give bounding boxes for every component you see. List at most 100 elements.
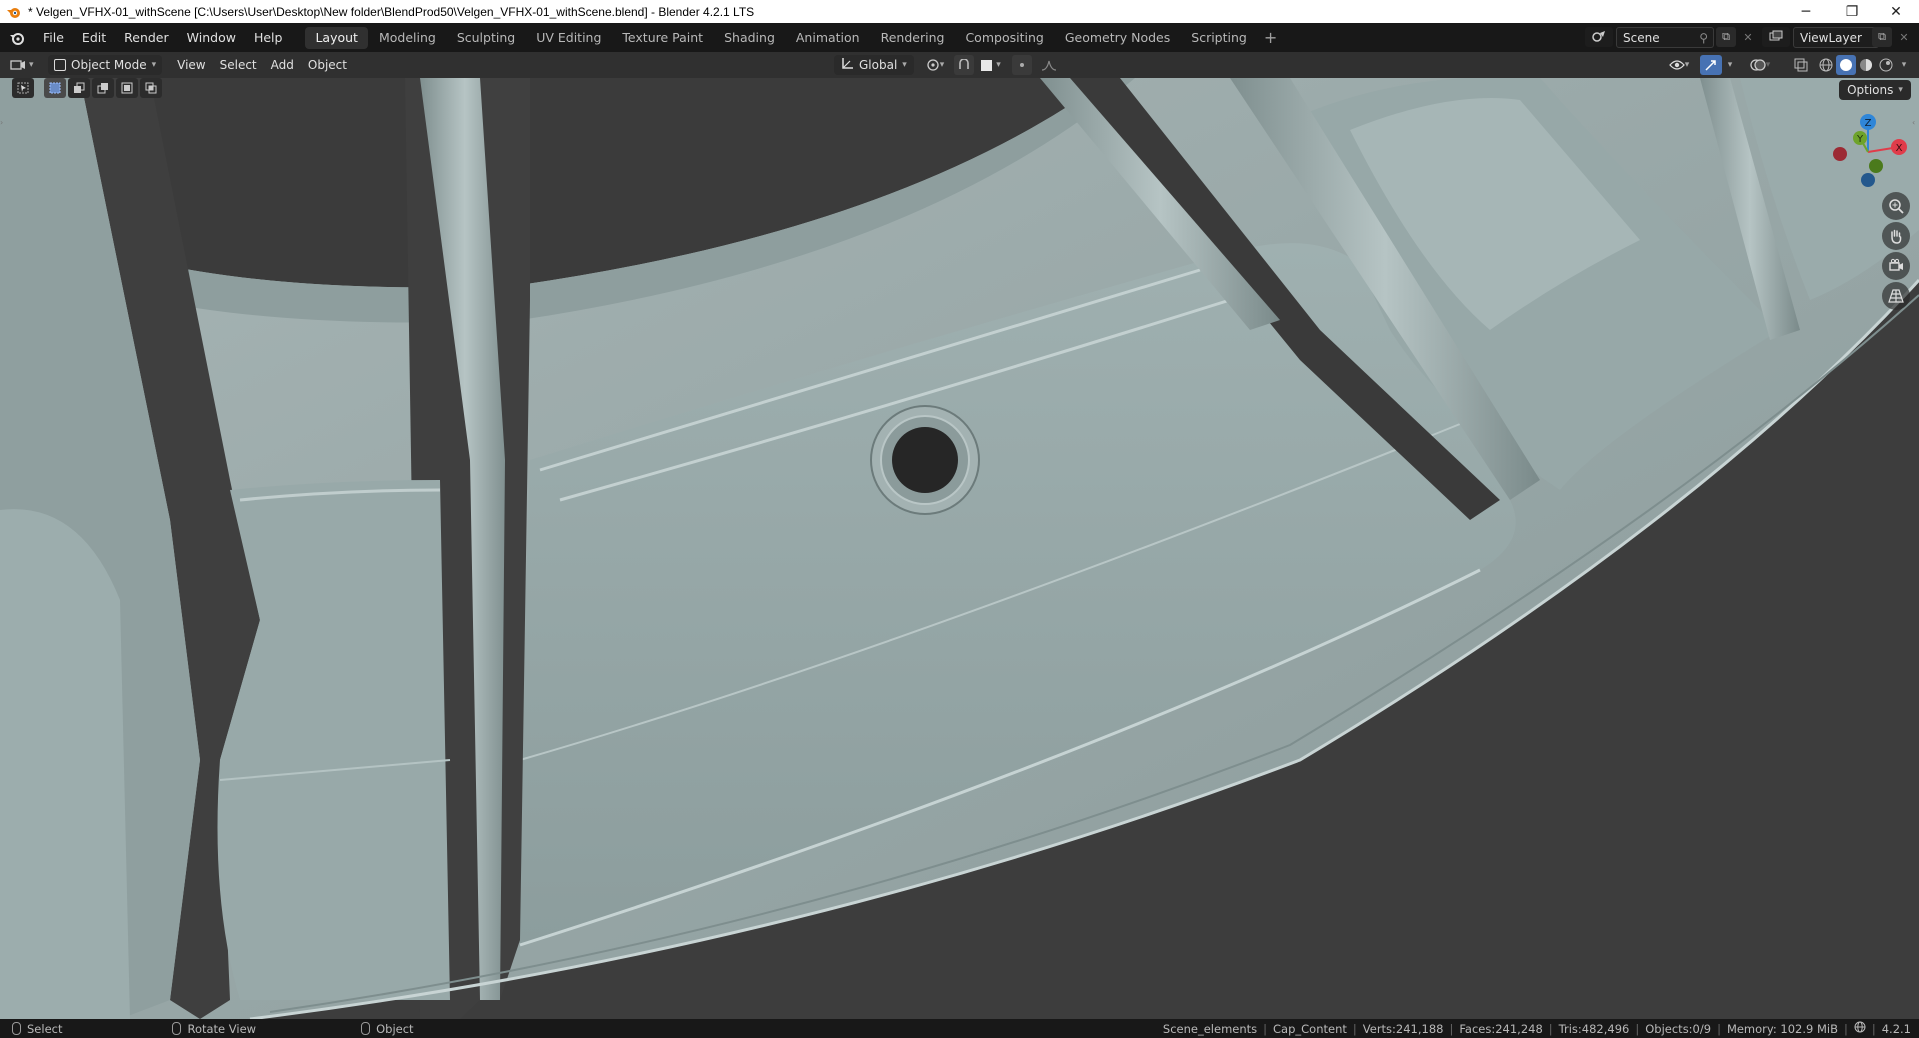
status-hint-select-label: Select [27,1021,63,1036]
tab-shading[interactable]: Shading [714,27,785,49]
mouse-right-icon [361,1022,371,1035]
view-layer-field[interactable]: ViewLayer [1793,27,1879,48]
restore-button[interactable]: ❐ [1829,0,1875,23]
scene-name: Scene [1623,30,1660,45]
chevron-down-icon: ▾ [151,60,157,70]
window-titlebar: * Velgen_VFHX-01_withScene [C:\Users\Use… [0,0,1919,23]
select-tool-strip [12,78,34,98]
navigation-gizmo[interactable]: Z X Y [1828,110,1908,194]
tab-modeling[interactable]: Modeling [369,27,446,49]
gizmo-toggle-icon[interactable] [1700,55,1722,75]
wheel-rim-render [0,78,1919,1019]
status-hint-rotate: Rotate View [172,1022,256,1036]
transform-orientation-dropdown[interactable]: Global ▾ [834,55,914,75]
perspective-grid-icon[interactable] [1882,282,1910,310]
visibility-eye-icon[interactable]: ▾ [1664,55,1694,75]
overlays-icon[interactable]: ▾ [1745,55,1775,75]
menu-edit[interactable]: Edit [73,27,115,49]
editor-type-icon[interactable]: ▾ [10,55,40,75]
3d-viewport[interactable] [0,78,1919,1019]
chevron-down-icon: ▾ [902,60,907,70]
shading-options-chevron-icon[interactable]: ▾ [1896,55,1912,75]
blender-menu-icon[interactable] [6,27,28,49]
wireframe-shading-icon[interactable] [1816,55,1836,75]
mode-label: Object Mode [71,58,147,72]
pin-icon[interactable]: ⚲ [1699,31,1708,45]
window-title: * Velgen_VFHX-01_withScene [C:\Users\Use… [28,4,755,19]
zoom-icon[interactable] [1882,192,1910,220]
menu-help[interactable]: Help [245,27,292,49]
scene-browse-icon[interactable] [1585,27,1613,47]
tab-sculpting[interactable]: Sculpting [447,27,525,49]
pan-hand-icon[interactable] [1882,222,1910,250]
gizmo-x-label: X [1896,143,1903,154]
stat-faces: Faces:241,248 [1459,1021,1543,1036]
mouse-middle-icon [172,1022,182,1035]
select-invert-icon[interactable] [116,78,138,98]
proportional-edit-icon[interactable] [1012,55,1032,75]
options-label: Options [1847,83,1894,97]
falloff-icon[interactable] [1034,55,1064,75]
select-new-icon[interactable] [44,78,66,98]
close-button[interactable]: ✕ [1873,0,1919,23]
snap-icon[interactable] [954,55,974,75]
menu-window[interactable]: Window [178,27,245,49]
selection-mode-strip [44,78,162,98]
camera-view-icon[interactable] [1882,252,1910,280]
tab-scripting[interactable]: Scripting [1181,27,1257,49]
material-preview-icon[interactable] [1856,55,1876,75]
select-subtract-icon[interactable] [92,78,114,98]
pivot-point-icon[interactable]: ▾ [920,55,950,75]
view-layer-browse-icon[interactable] [1762,27,1790,47]
solid-shading-icon[interactable] [1836,55,1856,75]
new-view-layer-icon[interactable]: ⧉ [1872,27,1892,47]
menu-render[interactable]: Render [115,27,178,49]
tab-geometry-nodes[interactable]: Geometry Nodes [1055,27,1180,49]
object-menu[interactable]: Object [301,55,354,75]
object-mode-icon [54,59,66,71]
tab-layout[interactable]: Layout [305,26,368,49]
top-bar: File Edit Render Window Help Layout Mode… [0,23,1919,52]
gizmo-neg-x-axis[interactable] [1833,147,1847,161]
select-extend-icon[interactable] [68,78,90,98]
status-hint-object-label: Object [376,1021,414,1036]
mouse-left-icon [12,1022,21,1035]
select-intersect-icon[interactable] [140,78,162,98]
tab-uv-editing[interactable]: UV Editing [526,27,611,49]
stat-objects: Objects:0/9 [1645,1021,1712,1036]
view-menu[interactable]: View [170,55,212,75]
scene-statistics: Scene_elements | Cap_Content | Verts:241… [1162,1021,1911,1036]
tab-animation[interactable]: Animation [786,27,870,49]
add-menu[interactable]: Add [264,55,301,75]
scene-name-field[interactable]: Scene ⚲ [1616,27,1714,48]
snap-target-icon[interactable]: ▾ [976,55,1006,75]
tab-rendering[interactable]: Rendering [871,27,955,49]
gizmo-neg-z-axis[interactable] [1861,173,1875,187]
gizmo-z-label: Z [1865,118,1872,129]
stat-tris: Tris:482,496 [1558,1021,1630,1036]
tab-compositing[interactable]: Compositing [955,27,1053,49]
new-scene-icon[interactable]: ⧉ [1716,27,1736,47]
network-globe-icon[interactable] [1854,1021,1866,1036]
blender-logo-icon [6,4,22,20]
delete-view-layer-icon[interactable]: ✕ [1894,27,1914,47]
toolbar-region-toggle-icon[interactable]: › [0,118,6,128]
mode-dropdown[interactable]: Object Mode ▾ [48,55,163,75]
xray-toggle-icon[interactable] [1790,55,1812,75]
stat-verts: Verts:241,188 [1362,1021,1444,1036]
delete-scene-icon[interactable]: ✕ [1738,27,1758,47]
menu-file[interactable]: File [34,27,73,49]
options-dropdown[interactable]: Options ▾ [1839,80,1911,100]
rendered-shading-icon[interactable] [1876,55,1896,75]
tab-texture-paint[interactable]: Texture Paint [612,27,713,49]
add-workspace-icon[interactable]: + [1258,28,1283,47]
stat-active-object: Cap_Content [1273,1021,1347,1036]
sidebar-region-toggle-icon[interactable]: ‹ [1912,118,1918,128]
stat-version: 4.2.1 [1881,1021,1911,1036]
select-tool-icon[interactable] [12,78,34,98]
status-bar: Select Rotate View Object Scene_elements… [0,1019,1919,1038]
minimize-button[interactable]: ─ [1783,0,1829,23]
chevron-down-icon[interactable]: ▾ [1722,55,1738,75]
select-menu[interactable]: Select [213,55,264,75]
gizmo-neg-y-axis[interactable] [1869,159,1883,173]
